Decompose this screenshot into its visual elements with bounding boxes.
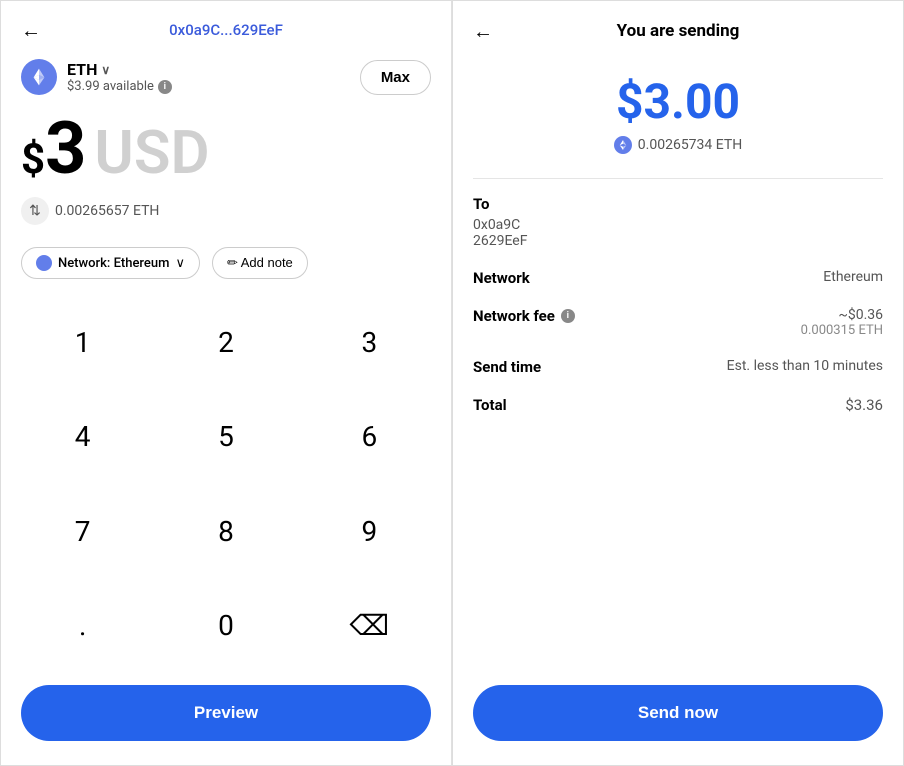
- network-fee-usd: ~$0.36: [801, 307, 883, 323]
- keypad-key-1[interactable]: 1: [11, 295, 154, 390]
- network-fee-label: Network fee: [473, 307, 555, 325]
- amount-currency: USD: [94, 123, 209, 183]
- max-button[interactable]: Max: [360, 60, 431, 95]
- amount-number: 3: [45, 113, 86, 185]
- token-balance: $3.99 available i: [67, 79, 172, 94]
- network-fee-row: Network fee i ~$0.36 0.000315 ETH: [473, 307, 883, 338]
- total-row: Total $3.36: [473, 396, 883, 414]
- send-time-label: Send time: [473, 358, 541, 376]
- dollar-sign: $: [21, 135, 45, 184]
- token-symbol: ETH: [67, 60, 97, 79]
- sending-usd-amount: $3.00: [473, 73, 883, 130]
- send-time-value: Est. less than 10 minutes: [727, 358, 883, 374]
- network-label: Network: Ethereum: [58, 256, 169, 271]
- swap-icon[interactable]: ⇅: [21, 197, 49, 225]
- amount-display: $ 3 USD: [1, 103, 451, 189]
- balance-info-icon: i: [158, 80, 172, 94]
- token-name-row[interactable]: ETH ∨: [67, 60, 172, 79]
- network-selector[interactable]: Network: Ethereum ∨: [21, 247, 200, 279]
- eth-equiv-text: 0.00265657 ETH: [55, 203, 159, 219]
- sending-eth-amount: 0.00265734 ETH: [473, 136, 883, 154]
- token-chevron-icon: ∨: [101, 63, 110, 77]
- eth-token-icon: [21, 59, 57, 95]
- eth-equivalent-row: ⇅ 0.00265657 ETH: [1, 189, 451, 237]
- network-label: Network: [473, 269, 530, 287]
- network-icon: [36, 255, 52, 271]
- keypad-key-9[interactable]: 9: [298, 484, 441, 579]
- keypad-key-4[interactable]: 4: [11, 390, 154, 485]
- to-address-line1: 0x0a9C: [473, 217, 883, 233]
- to-label: To: [473, 195, 883, 213]
- total-value: $3.36: [845, 396, 883, 414]
- network-fee-right: ~$0.36 0.000315 ETH: [801, 307, 883, 338]
- divider: [473, 178, 883, 179]
- back-button-panel1[interactable]: ←: [21, 18, 41, 43]
- total-label: Total: [473, 396, 507, 414]
- send-amount-panel: ← 0x0a9C...629EeF ETH: [0, 0, 452, 766]
- sending-eth-text: 0.00265734 ETH: [638, 137, 742, 153]
- to-row: To 0x0a9C 2629EeF: [473, 195, 883, 249]
- confirm-panel: ← You are sending $3.00 0.00265734 ETH: [452, 0, 904, 766]
- eth-mini-icon: [614, 136, 632, 154]
- keypad-key-backspace[interactable]: ⌫: [298, 579, 441, 674]
- keypad-key-0[interactable]: 0: [154, 579, 297, 674]
- keypad: 123 456 789.0⌫: [1, 295, 451, 673]
- token-row: ETH ∨ $3.99 available i Max: [1, 51, 451, 103]
- wallet-address[interactable]: 0x0a9C...629EeF: [169, 21, 283, 39]
- preview-button[interactable]: Preview: [21, 685, 431, 741]
- keypad-key-3[interactable]: 3: [298, 295, 441, 390]
- panel1-header: ← 0x0a9C...629EeF: [1, 1, 451, 51]
- network-fee-label-container: Network fee i: [473, 307, 575, 325]
- token-left: ETH ∨ $3.99 available i: [21, 59, 172, 95]
- detail-section: To 0x0a9C 2629EeF Network Ethereum Netwo…: [453, 195, 903, 673]
- network-value: Ethereum: [823, 269, 883, 285]
- sending-amount-section: $3.00 0.00265734 ETH: [453, 53, 903, 162]
- keypad-key-dot[interactable]: .: [11, 579, 154, 674]
- keypad-key-2[interactable]: 2: [154, 295, 297, 390]
- network-row: Network Ethereum: [473, 269, 883, 287]
- fee-info-icon: i: [561, 309, 575, 323]
- token-info: ETH ∨ $3.99 available i: [67, 60, 172, 94]
- keypad-key-5[interactable]: 5: [154, 390, 297, 485]
- network-note-row: Network: Ethereum ∨ ✏ Add note: [1, 237, 451, 295]
- network-fee-eth: 0.000315 ETH: [801, 323, 883, 338]
- to-address-line2: 2629EeF: [473, 233, 883, 249]
- add-note-button[interactable]: ✏ Add note: [212, 247, 308, 279]
- panel2-title: You are sending: [617, 21, 740, 41]
- send-now-button[interactable]: Send now: [473, 685, 883, 741]
- panel2-header: ← You are sending: [453, 1, 903, 53]
- keypad-key-8[interactable]: 8: [154, 484, 297, 579]
- send-time-row: Send time Est. less than 10 minutes: [473, 358, 883, 376]
- keypad-key-6[interactable]: 6: [298, 390, 441, 485]
- back-button-panel2[interactable]: ←: [473, 19, 493, 44]
- network-chevron-icon: ∨: [175, 256, 185, 271]
- keypad-key-7[interactable]: 7: [11, 484, 154, 579]
